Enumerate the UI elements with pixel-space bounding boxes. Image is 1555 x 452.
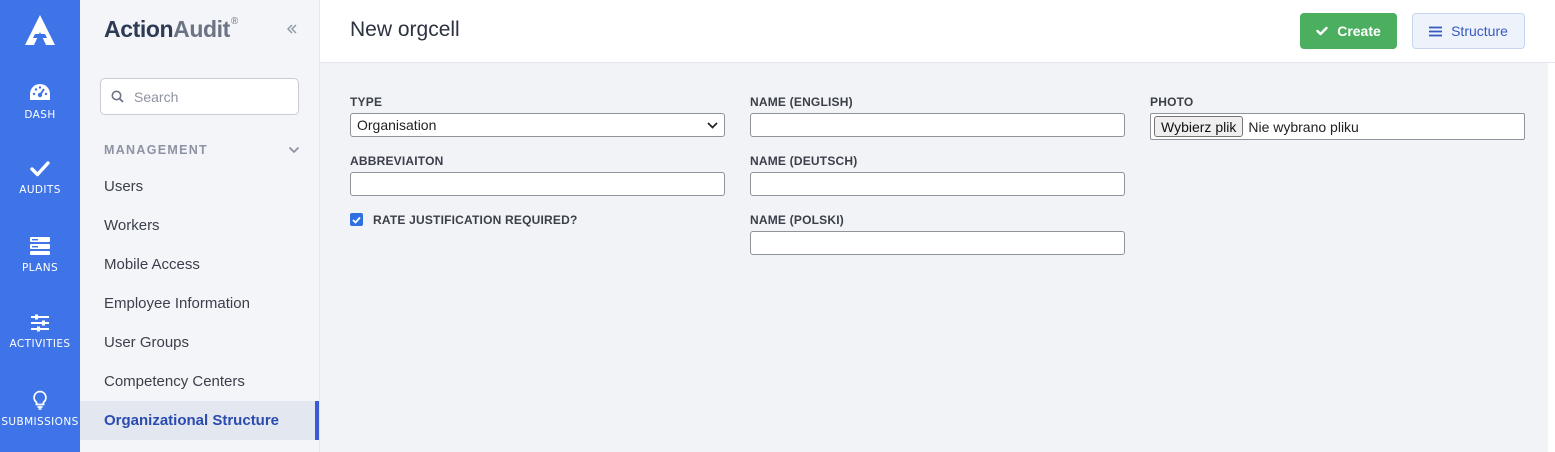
abbreviation-field[interactable]	[350, 172, 725, 196]
name-polski-field[interactable]	[750, 231, 1125, 255]
sidebar-item-mobile-access[interactable]: Mobile Access	[80, 245, 319, 284]
rail-item-submissions[interactable]: SUBMISSIONS	[0, 390, 80, 450]
sidebar-item-employee-information[interactable]: Employee Information	[80, 284, 319, 323]
checkmark-icon	[30, 161, 50, 177]
abbreviation-label: ABBREVIAITON	[350, 154, 444, 168]
rail-item-plans[interactable]: PLANS	[0, 236, 80, 296]
type-select[interactable]: Organisation	[350, 113, 725, 137]
sidebar-item-workers[interactable]: Workers	[80, 206, 319, 245]
lightbulb-icon	[33, 390, 47, 410]
sidebar-item-user-groups[interactable]: User Groups	[80, 323, 319, 362]
section-title: MANAGEMENT	[104, 143, 208, 157]
chevron-down-icon	[288, 146, 300, 154]
brand-logo[interactable]: ActionAudit®	[104, 16, 238, 43]
rail-item-label: DASH	[24, 109, 56, 121]
create-button[interactable]: Create	[1300, 13, 1397, 49]
rail-item-activities[interactable]: ACTIVITIES	[0, 314, 80, 374]
file-status-text: Nie wybrano pliku	[1248, 118, 1359, 135]
collapse-sidebar-button[interactable]	[282, 19, 302, 39]
structure-button[interactable]: Structure	[1412, 13, 1525, 49]
page-title: New orgcell	[350, 18, 460, 41]
checkmark-icon	[352, 216, 361, 224]
app-logo-icon[interactable]	[22, 12, 58, 48]
plans-list-icon	[30, 237, 50, 255]
sidebar-item-users[interactable]: Users	[80, 167, 319, 206]
rail-item-label: PLANS	[21, 262, 59, 274]
name-english-label: NAME (ENGLISH)	[750, 95, 853, 109]
scrollbar[interactable]	[1548, 63, 1555, 452]
registered-mark: ®	[230, 16, 238, 28]
icon-rail: DASH AUDITS PLANS ACTIVITIES SUBMISSIONS	[0, 0, 80, 452]
sidebar-item-competency-centers[interactable]: Competency Centers	[80, 362, 319, 401]
create-button-label: Create	[1337, 23, 1381, 39]
name-deutsch-field[interactable]	[750, 172, 1125, 196]
search-box	[100, 78, 299, 115]
rate-justification-label: RATE JUSTIFICATION REQUIRED?	[373, 213, 578, 227]
type-label: TYPE	[350, 95, 383, 109]
brand-name-action: Action	[104, 16, 174, 42]
rail-item-label: SUBMISSIONS	[1, 416, 79, 428]
sidebar-item-label: Workers	[104, 217, 160, 234]
dashboard-gauge-icon	[30, 84, 50, 100]
sidebar: ActionAudit® MANAGEMENT Users Workers Mo…	[80, 0, 320, 452]
search-input[interactable]	[134, 88, 284, 105]
sidebar-item-label: Employee Information	[104, 295, 250, 312]
page-header: New orgcell Create Structure	[320, 0, 1555, 63]
chevron-down-icon	[707, 121, 718, 129]
checkmark-icon	[1316, 26, 1328, 36]
name-deutsch-label: NAME (DEUTSCH)	[750, 154, 858, 168]
sidebar-item-label: Users	[104, 178, 144, 195]
rate-justification-checkbox[interactable]	[350, 213, 363, 226]
sidebar-item-label: User Groups	[104, 334, 190, 351]
rail-item-dash[interactable]: DASH	[0, 83, 80, 143]
name-english-field[interactable]	[750, 113, 1125, 137]
sidebar-item-label: Competency Centers	[104, 373, 245, 390]
type-select-value: Organisation	[357, 117, 437, 133]
rail-item-label: ACTIVITIES	[9, 338, 71, 350]
sidebar-item-organizational-structure[interactable]: Organizational Structure	[80, 401, 319, 440]
choose-file-button[interactable]: Wybierz plik	[1154, 116, 1244, 137]
sliders-icon	[31, 314, 49, 332]
name-polski-label: NAME (POLSKI)	[750, 213, 844, 227]
rail-item-label: AUDITS	[19, 184, 61, 196]
management-section-header[interactable]: MANAGEMENT	[104, 143, 300, 157]
sidebar-item-label: Organizational Structure	[104, 412, 280, 429]
sidebar-item-label: Mobile Access	[104, 256, 200, 273]
brand-name-audit: Audit	[173, 16, 230, 42]
photo-label: PHOTO	[1150, 95, 1194, 109]
hamburger-menu-icon	[1429, 26, 1443, 36]
double-chevron-left-icon	[287, 24, 297, 34]
structure-button-label: Structure	[1451, 23, 1508, 39]
photo-file-input: Wybierz plik Nie wybrano pliku	[1150, 113, 1525, 140]
rail-item-audits[interactable]: AUDITS	[0, 160, 80, 220]
search-icon	[111, 90, 124, 103]
